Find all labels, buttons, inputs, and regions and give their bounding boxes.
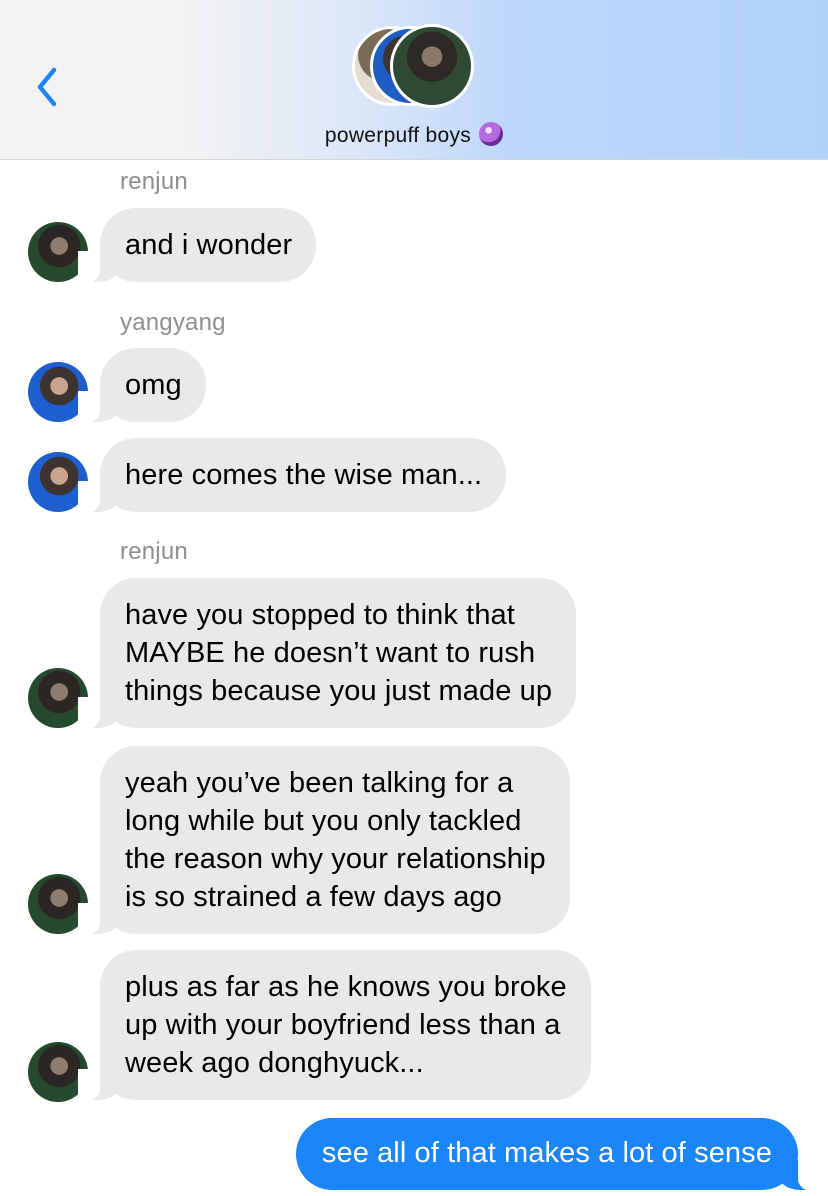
message-bubble[interactable]: plus as far as he knows you broke up wit… bbox=[78, 950, 591, 1101]
message-text: and i wonder bbox=[125, 229, 293, 261]
message-bubble[interactable]: yeah you’ve been talking for a long whil… bbox=[78, 746, 570, 935]
message-text: have you stopped to think that MAYBE he … bbox=[125, 599, 553, 707]
message-bubble[interactable]: here comes the wise man... bbox=[77, 438, 507, 513]
message-text: see all of that makes a lot of sense bbox=[321, 1137, 772, 1169]
message-text: yeah you’ve been talking for a long whil… bbox=[125, 767, 546, 913]
sent-message-bubble[interactable]: see all of that makes a lot of sense bbox=[295, 1118, 821, 1191]
sender-name: renjun bbox=[120, 168, 188, 195]
conversation-header: powerpuff boys bbox=[0, 0, 828, 160]
message-bubble[interactable]: have you stopped to think that MAYBE he … bbox=[77, 578, 577, 729]
message-text: here comes the wise man... bbox=[125, 459, 483, 491]
sender-name: renjun bbox=[120, 538, 188, 565]
group-avatar[interactable] bbox=[352, 24, 482, 108]
message-bubble[interactable]: omg bbox=[78, 348, 206, 423]
message-text: plus as far as he knows you broke up wit… bbox=[125, 971, 567, 1079]
group-member-avatar bbox=[390, 24, 474, 108]
message-bubble[interactable]: and i wonder bbox=[77, 208, 317, 283]
group-title[interactable]: powerpuff boys bbox=[0, 122, 828, 148]
chevron-left-icon bbox=[37, 67, 57, 107]
crystal-ball-icon bbox=[479, 122, 504, 146]
back-button[interactable] bbox=[30, 64, 64, 110]
sender-name: yangyang bbox=[120, 309, 226, 336]
message-text: omg bbox=[125, 369, 182, 401]
group-name: powerpuff boys bbox=[324, 124, 472, 147]
